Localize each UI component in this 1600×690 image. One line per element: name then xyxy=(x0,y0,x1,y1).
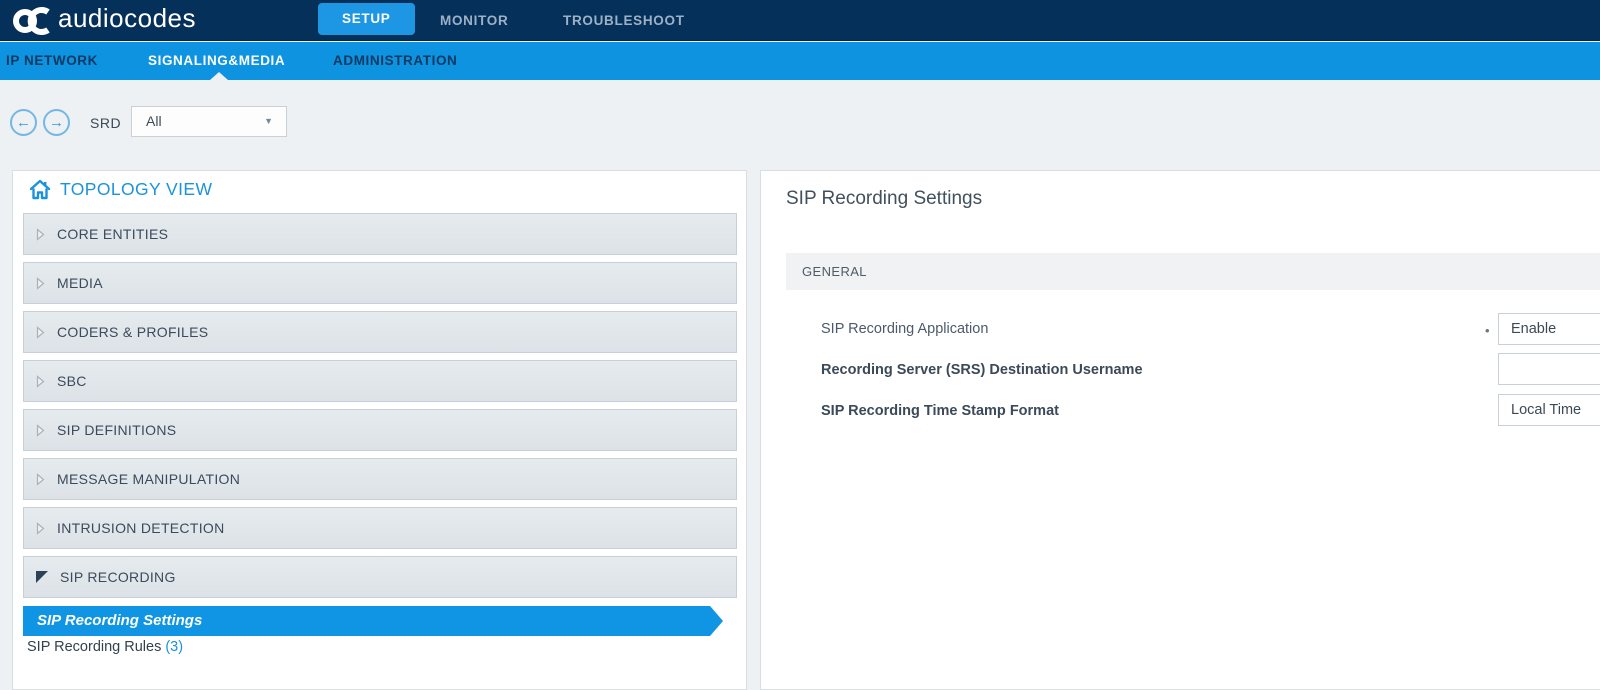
chevron-right-icon xyxy=(36,277,45,290)
field-label-srs-destination-username: Recording Server (SRS) Destination Usern… xyxy=(821,362,1143,378)
topology-view-title: TOPOLOGY VIEW xyxy=(60,179,212,200)
chevron-right-icon xyxy=(36,424,45,437)
active-tab-pointer xyxy=(210,72,228,80)
triangle-expanded-icon xyxy=(36,571,48,583)
tab-administration[interactable]: ADMINISTRATION xyxy=(333,42,457,80)
time-stamp-format-value: Local Time xyxy=(1511,402,1581,418)
topology-view-header[interactable]: TOPOLOGY VIEW xyxy=(29,179,212,200)
sidebar-item-label: MEDIA xyxy=(57,275,103,291)
srd-label: SRD xyxy=(90,115,121,131)
sidebar-item-label: MESSAGE MANIPULATION xyxy=(57,471,240,487)
rules-count-badge: (3) xyxy=(165,639,183,655)
sidebar-item-media[interactable]: MEDIA xyxy=(23,262,737,304)
tab-ip-network[interactable]: IP NETWORK xyxy=(6,42,98,80)
tab-troubleshoot[interactable]: TROUBLESHOOT xyxy=(563,0,685,41)
sidebar-item-label: CODERS & PROFILES xyxy=(57,324,208,340)
time-stamp-format-select[interactable]: Local Time xyxy=(1498,394,1600,426)
top-navigation-bar: audiocodes SETUP MONITOR TROUBLESHOOT xyxy=(0,0,1600,41)
back-button[interactable]: ← xyxy=(10,109,37,136)
sub-navigation-bar: IP NETWORK SIGNALING&MEDIA ADMINISTRATIO… xyxy=(0,42,1600,80)
sidebar-item-sip-recording-settings[interactable]: SIP Recording Settings xyxy=(23,606,723,636)
sip-recording-application-select[interactable]: Enable xyxy=(1498,313,1600,345)
audiocodes-logo: audiocodes xyxy=(12,5,196,36)
sidebar-item-message-manipulation[interactable]: MESSAGE MANIPULATION xyxy=(23,458,737,500)
back-arrow-icon: ← xyxy=(16,114,31,131)
page-title: SIP Recording Settings xyxy=(786,188,982,210)
sidebar-item-sip-recording-rules[interactable]: SIP Recording Rules(3) xyxy=(27,639,183,655)
chevron-down-icon: ▼ xyxy=(264,107,273,136)
srd-dropdown[interactable]: All ▼ xyxy=(131,106,287,137)
chevron-right-icon xyxy=(36,522,45,535)
field-label-sip-recording-application: SIP Recording Application xyxy=(821,321,988,337)
sidebar-item-label: SIP RECORDING xyxy=(60,569,176,585)
sidebar-item-coders-profiles[interactable]: CODERS & PROFILES xyxy=(23,311,737,353)
sidebar-item-sip-recording[interactable]: SIP RECORDING xyxy=(23,556,737,598)
srs-destination-username-input[interactable] xyxy=(1498,353,1600,385)
sidebar-item-label: INTRUSION DETECTION xyxy=(57,520,224,536)
sidebar-item-label: SIP DEFINITIONS xyxy=(57,422,176,438)
settings-panel: SIP Recording Settings GENERAL SIP Recor… xyxy=(760,170,1600,690)
section-header-general: GENERAL xyxy=(786,253,1600,290)
srd-dropdown-value: All xyxy=(146,113,162,129)
audiocodes-logo-icon xyxy=(12,5,54,36)
section-header-label: GENERAL xyxy=(786,253,1600,290)
sidebar-item-intrusion-detection[interactable]: INTRUSION DETECTION xyxy=(23,507,737,549)
field-label-time-stamp-format: SIP Recording Time Stamp Format xyxy=(821,403,1059,419)
logo-text: audiocodes xyxy=(58,3,196,34)
chevron-right-icon xyxy=(36,473,45,486)
chevron-right-icon xyxy=(36,228,45,241)
home-icon xyxy=(29,179,51,200)
sidebar-item-sip-definitions[interactable]: SIP DEFINITIONS xyxy=(23,409,737,451)
topology-panel: TOPOLOGY VIEW CORE ENTITIES MEDIA CODERS… xyxy=(12,170,747,690)
chevron-right-icon xyxy=(36,375,45,388)
tab-monitor[interactable]: MONITOR xyxy=(440,0,508,41)
chevron-right-icon xyxy=(36,326,45,339)
modified-bullet-icon: • xyxy=(1485,323,1490,338)
sidebar-item-sbc[interactable]: SBC xyxy=(23,360,737,402)
sidebar-item-label: CORE ENTITIES xyxy=(57,226,168,242)
sidebar-item-label: SBC xyxy=(57,373,87,389)
sip-recording-application-value: Enable xyxy=(1511,321,1556,337)
forward-arrow-icon: → xyxy=(49,114,64,131)
sidebar-item-core-entities[interactable]: CORE ENTITIES xyxy=(23,213,737,255)
tab-setup[interactable]: SETUP xyxy=(318,3,415,35)
rules-label: SIP Recording Rules xyxy=(27,639,161,655)
forward-button[interactable]: → xyxy=(43,109,70,136)
selected-item-label: SIP Recording Settings xyxy=(23,606,723,636)
